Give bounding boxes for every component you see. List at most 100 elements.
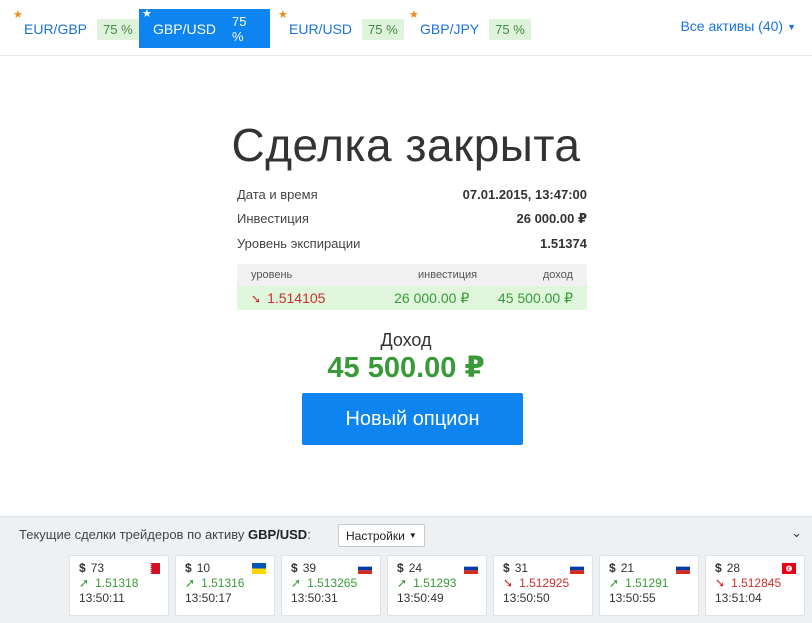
header-investment: инвестиция	[418, 269, 478, 281]
caption-suffix: :	[307, 527, 311, 542]
payout-badge: 75 %	[97, 18, 139, 40]
country-flag-icon	[782, 563, 796, 574]
summary-header: уровень инвестиция доход	[237, 264, 587, 286]
dollar-icon: $	[185, 561, 192, 575]
caption-prefix: Текущие сделки трейдеров по активу	[19, 527, 248, 542]
trade-amount-value: 24	[408, 561, 423, 575]
trader-deals-panel: Текущие сделки трейдеров по активу GBP/U…	[0, 516, 812, 623]
country-flag-icon	[252, 563, 266, 574]
payout-badge: 75 %	[362, 18, 404, 40]
income-label: Доход	[380, 330, 432, 350]
trade-time: 13:51:04	[715, 591, 762, 605]
all-assets-dropdown[interactable]: Все активы (40) ▼	[680, 18, 796, 34]
trade-level: ➘ 1.512925	[503, 576, 583, 590]
trade-level: ➚ 1.51291	[609, 576, 689, 590]
dollar-icon: $	[291, 561, 298, 575]
tab-name: EUR/USD	[289, 21, 353, 37]
dollar-icon: $	[503, 561, 510, 575]
detail-row: Уровень экспирации 1.51374	[237, 231, 587, 256]
arrow-up-icon: ➚	[397, 576, 408, 590]
trade-time: 13:50:11	[79, 591, 125, 605]
asset-tab-bar: ★ EUR/GBP 75 % ★ GBP/USD 75 % ★ EUR/USD …	[0, 0, 812, 56]
caption-asset: GBP/USD	[247, 527, 308, 542]
deal-summary-table: уровень инвестиция доход ➘ 1.514105 26 00…	[237, 264, 587, 310]
tab-name: GBP/JPY	[420, 21, 480, 37]
trade-level-value: 1.513265	[307, 576, 358, 590]
dollar-icon: $	[79, 561, 86, 575]
arrow-up-icon: ➚	[185, 576, 196, 590]
caret-down-icon: ▼	[787, 22, 796, 33]
detail-value: 26 000.00 ₽	[516, 210, 588, 226]
summary-level: ➘ 1.514105	[251, 290, 325, 306]
summary-income: 45 500.00 ₽	[497, 289, 573, 306]
star-icon: ★	[278, 9, 288, 21]
detail-row: Дата и время 07.01.2015, 13:47:00	[237, 182, 587, 207]
trade-amount-value: 10	[196, 561, 211, 575]
trade-amount-value: 31	[514, 561, 529, 575]
detail-label: Дата и время	[237, 186, 318, 202]
trader-deals-caption: Текущие сделки трейдеров по активу GBP/U…	[19, 527, 311, 542]
tab-name: EUR/GBP	[24, 21, 88, 37]
trade-amount-value: 21	[620, 561, 635, 575]
dollar-icon: $	[715, 561, 722, 575]
settings-dropdown[interactable]: Настройки ▼	[338, 524, 425, 547]
settings-label: Настройки	[346, 528, 405, 543]
arrow-down-icon: ➘	[715, 576, 726, 590]
summary-values: ➘ 1.514105 26 000.00 ₽ 45 500.00 ₽	[237, 286, 587, 310]
arrow-up-icon: ➚	[79, 576, 90, 590]
tab-name: GBP/USD	[153, 20, 217, 37]
trade-card[interactable]: $28 ➘ 1.512845 13:51:04	[705, 555, 805, 616]
payout-badge: 75 %	[489, 18, 531, 40]
new-option-button[interactable]: Новый опцион	[302, 393, 523, 445]
star-icon: ★	[142, 8, 152, 20]
chevron-down-icon[interactable]: ⌄	[791, 525, 802, 541]
trade-amount-value: 73	[90, 561, 105, 575]
country-flag-icon	[146, 563, 160, 574]
header-income: доход	[542, 269, 573, 281]
detail-label: Уровень экспирации	[237, 235, 361, 251]
trade-card[interactable]: $21 ➚ 1.51291 13:50:55	[599, 555, 699, 616]
summary-investment: 26 000.00 ₽	[394, 289, 470, 306]
country-flag-icon	[675, 562, 691, 574]
trade-level: ➚ 1.51293	[397, 576, 477, 590]
trade-level-value: 1.51318	[95, 576, 139, 590]
trade-card[interactable]: $39 ➚ 1.513265 13:50:31	[281, 555, 381, 616]
detail-row: Инвестиция 26 000.00 ₽	[237, 207, 587, 232]
tab-eur-usd[interactable]: ★ EUR/USD 75 %	[275, 9, 412, 48]
detail-value: 1.51374	[540, 235, 587, 251]
trade-time: 13:50:55	[609, 591, 656, 605]
arrow-down-icon: ➘	[251, 292, 262, 306]
trade-card[interactable]: $73 ➚ 1.51318 13:50:11	[69, 555, 169, 616]
trade-time: 13:50:49	[397, 591, 444, 605]
star-icon: ★	[13, 9, 23, 21]
trade-card[interactable]: $31 ➘ 1.512925 13:50:50	[493, 555, 593, 616]
trade-level: ➚ 1.51318	[79, 576, 159, 590]
detail-label: Инвестиция	[237, 211, 309, 227]
trade-cards: $73 ➚ 1.51318 13:50:11 $10 ➚ 1.51316 13:50:17 $3…	[69, 555, 805, 616]
dollar-icon: $	[397, 561, 404, 575]
trade-time: 13:50:17	[185, 591, 232, 605]
trade-card[interactable]: $24 ➚ 1.51293 13:50:49	[387, 555, 487, 616]
trade-level: ➚ 1.513265	[291, 576, 371, 590]
trade-level: ➘ 1.512845	[715, 576, 795, 590]
trade-time: 13:50:31	[291, 591, 338, 605]
trade-level-value: 1.51316	[201, 576, 245, 590]
summary-level-value: 1.514105	[267, 290, 326, 306]
trade-amount-value: 39	[302, 561, 317, 575]
trade-level-value: 1.51291	[625, 576, 669, 590]
all-assets-label: Все активы (40)	[680, 18, 784, 34]
page-title: Сделка закрыта	[231, 119, 581, 171]
tab-gbp-jpy[interactable]: ★ GBP/JPY 75 %	[406, 9, 539, 48]
trade-level-value: 1.512925	[519, 576, 570, 590]
tab-eur-gbp[interactable]: ★ EUR/GBP 75 %	[10, 9, 147, 48]
country-flag-icon	[357, 562, 373, 574]
arrow-down-icon: ➘	[503, 576, 514, 590]
trade-card[interactable]: $10 ➚ 1.51316 13:50:17	[175, 555, 275, 616]
dollar-icon: $	[609, 561, 616, 575]
tab-gbp-usd[interactable]: ★ GBP/USD 75 %	[139, 8, 270, 48]
arrow-up-icon: ➚	[609, 576, 620, 590]
trade-amount-value: 28	[726, 561, 741, 575]
payout-badge: 75 %	[232, 13, 247, 44]
caret-down-icon: ▼	[408, 531, 417, 540]
star-icon: ★	[409, 9, 419, 21]
